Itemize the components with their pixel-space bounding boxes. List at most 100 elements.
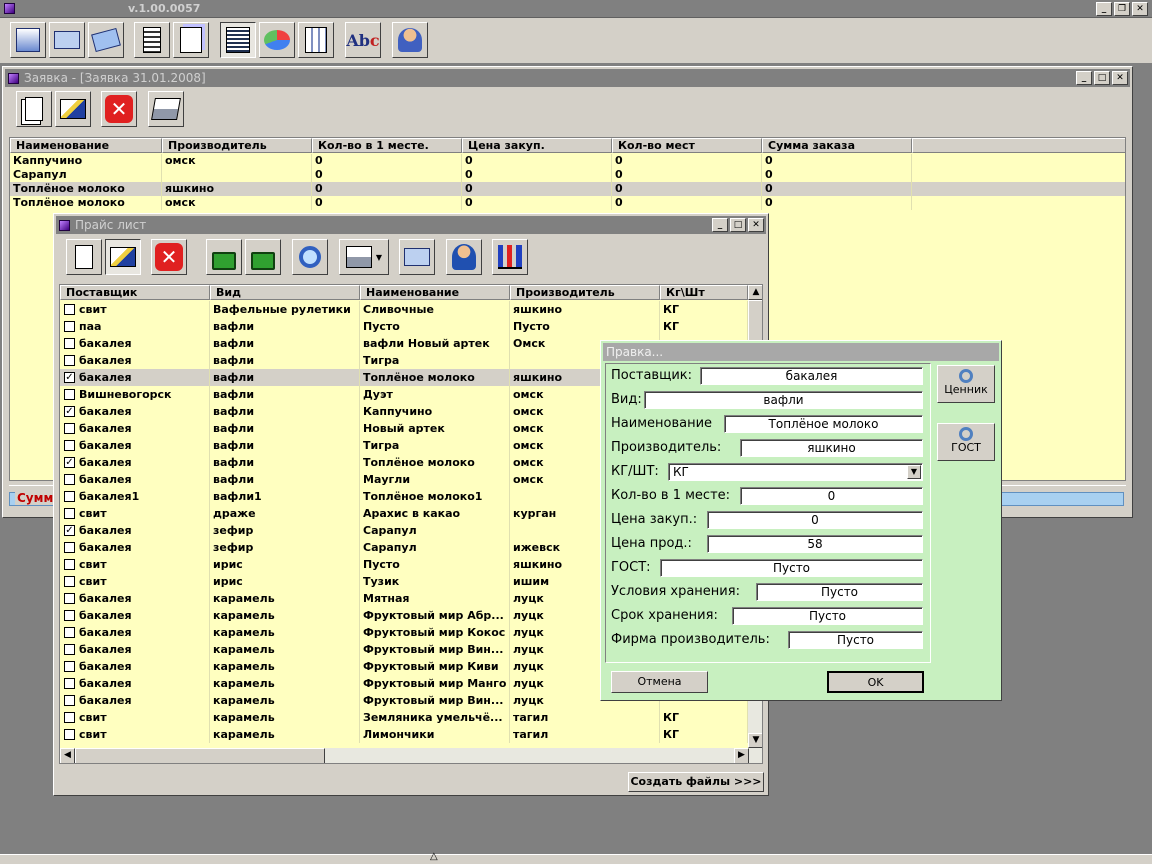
- delete-item-button[interactable]: ✕: [151, 239, 187, 275]
- column-header[interactable]: Кол-во мест: [612, 138, 762, 153]
- table-cell: Топлёное молоко1: [360, 488, 510, 505]
- column-header[interactable]: Кг\Шт: [660, 285, 748, 300]
- horizontal-scrollbar[interactable]: ◀ ▶: [60, 748, 762, 763]
- close-button[interactable]: ✕: [1132, 2, 1148, 16]
- close-button[interactable]: ✕: [1112, 71, 1128, 85]
- mail-multi-button[interactable]: [88, 22, 124, 58]
- binary-button[interactable]: [220, 22, 256, 58]
- delete-order-button[interactable]: ✕: [101, 91, 137, 127]
- close-button[interactable]: ✕: [748, 218, 764, 232]
- table-cell: 0: [312, 182, 462, 196]
- cancel-button[interactable]: Отмена: [611, 671, 708, 693]
- restore-button[interactable]: ❐: [1114, 2, 1130, 16]
- column-header[interactable]: Производитель: [162, 138, 312, 153]
- table-cell: бакалея: [60, 352, 210, 369]
- mail-button[interactable]: [49, 22, 85, 58]
- table-cell: свит: [60, 726, 210, 743]
- chevron-down-icon[interactable]: ▼: [907, 465, 921, 479]
- column-header[interactable]: Производитель: [510, 285, 660, 300]
- spellcheck-icon: Abc: [346, 30, 380, 50]
- pie-chart-icon: [264, 30, 290, 50]
- new-order-button[interactable]: [16, 91, 52, 127]
- users-button[interactable]: [392, 22, 428, 58]
- column-header[interactable]: Кол-во в 1 месте.: [312, 138, 462, 153]
- mail-multi-icon: [91, 27, 121, 53]
- print-order-button[interactable]: [148, 91, 184, 127]
- user-button[interactable]: [446, 239, 482, 275]
- price-tag-button[interactable]: Ценник: [937, 365, 995, 403]
- table-cell: бакалея1: [60, 488, 210, 505]
- table-cell: Фруктовый мир Кокос: [360, 624, 510, 641]
- column-header[interactable]: Поставщик: [60, 285, 210, 300]
- field-input[interactable]: яшкино: [740, 439, 923, 457]
- table-cell: Новый артек: [360, 420, 510, 437]
- unit-select[interactable]: КГ ▼: [668, 463, 923, 481]
- column-header[interactable]: Наименование: [10, 138, 162, 153]
- chart-button[interactable]: [492, 239, 528, 275]
- scroll-down-button[interactable]: ▼: [748, 733, 762, 748]
- ok-button[interactable]: OK: [827, 671, 924, 693]
- edit-item-button[interactable]: [105, 239, 141, 275]
- field-input[interactable]: бакалея: [700, 367, 923, 385]
- create-files-button[interactable]: Создать файлы >>>: [628, 772, 764, 792]
- scroll-up-button[interactable]: ▲: [748, 285, 762, 300]
- printer-icon: [151, 98, 181, 120]
- scroll-thumb[interactable]: [75, 748, 325, 763]
- field-input[interactable]: Пусто: [660, 559, 923, 577]
- field-label: Вид:: [611, 392, 642, 407]
- spellcheck-button[interactable]: Abc: [345, 22, 381, 58]
- unlock-button[interactable]: [245, 239, 281, 275]
- column-header[interactable]: Вид: [210, 285, 360, 300]
- expand-up-icon[interactable]: △: [430, 851, 438, 862]
- table-cell: свит: [60, 709, 210, 726]
- table-cell: бакалея: [60, 658, 210, 675]
- lock-button[interactable]: [206, 239, 242, 275]
- field-input[interactable]: Топлёное молоко: [724, 415, 923, 433]
- scroll-right-button[interactable]: ▶: [734, 748, 749, 763]
- field-input[interactable]: вафли: [644, 391, 923, 409]
- column-header[interactable]: Цена закуп.: [462, 138, 612, 153]
- minimize-button[interactable]: _: [1096, 2, 1112, 16]
- search-button[interactable]: [292, 239, 328, 275]
- maximize-button[interactable]: □: [1094, 71, 1110, 85]
- documents-button[interactable]: [173, 22, 209, 58]
- table-cell: карамель: [210, 726, 360, 743]
- orders-button[interactable]: [10, 22, 46, 58]
- table-cell: бакалея: [60, 624, 210, 641]
- table-cell: Арахис в какао: [360, 505, 510, 522]
- table-cell: яшкино: [510, 301, 660, 318]
- delete-icon: ✕: [105, 95, 133, 123]
- minimize-button[interactable]: _: [1076, 71, 1092, 85]
- table-cell: Маугли: [360, 471, 510, 488]
- dropdown-arrow-icon[interactable]: ▼: [376, 253, 382, 262]
- table-cell: вафли: [210, 471, 360, 488]
- table-cell: 0: [312, 196, 462, 210]
- maximize-button[interactable]: □: [730, 218, 746, 232]
- table-cell: бакалея: [60, 369, 210, 386]
- column-header[interactable]: Сумма заказа: [762, 138, 912, 153]
- chart-button[interactable]: [259, 22, 295, 58]
- scroll-thumb[interactable]: [748, 300, 762, 344]
- send-mail-button[interactable]: [399, 239, 435, 275]
- table-cell: карамель: [210, 607, 360, 624]
- field-input[interactable]: Пусто: [756, 583, 923, 601]
- minimize-button[interactable]: _: [712, 218, 728, 232]
- document-button[interactable]: [134, 22, 170, 58]
- field-label: Кол-во в 1 месте:: [611, 488, 731, 503]
- table-cell: 0: [462, 196, 612, 210]
- field-input[interactable]: 58: [707, 535, 923, 553]
- column-header[interactable]: Наименование: [360, 285, 510, 300]
- report-button[interactable]: [298, 22, 334, 58]
- table-cell: Дуэт: [360, 386, 510, 403]
- scroll-left-button[interactable]: ◀: [60, 748, 75, 763]
- edit-order-button[interactable]: [55, 91, 91, 127]
- print-button[interactable]: ▼: [339, 239, 389, 275]
- field-input[interactable]: Пусто: [788, 631, 923, 649]
- field-input[interactable]: 0: [740, 487, 923, 505]
- gost-button[interactable]: ГОСТ: [937, 423, 995, 461]
- new-item-button[interactable]: [66, 239, 102, 275]
- table-cell: Вишневогорск: [60, 386, 210, 403]
- field-input[interactable]: Пусто: [732, 607, 923, 625]
- field-input[interactable]: 0: [707, 511, 923, 529]
- user-icon: [452, 244, 476, 270]
